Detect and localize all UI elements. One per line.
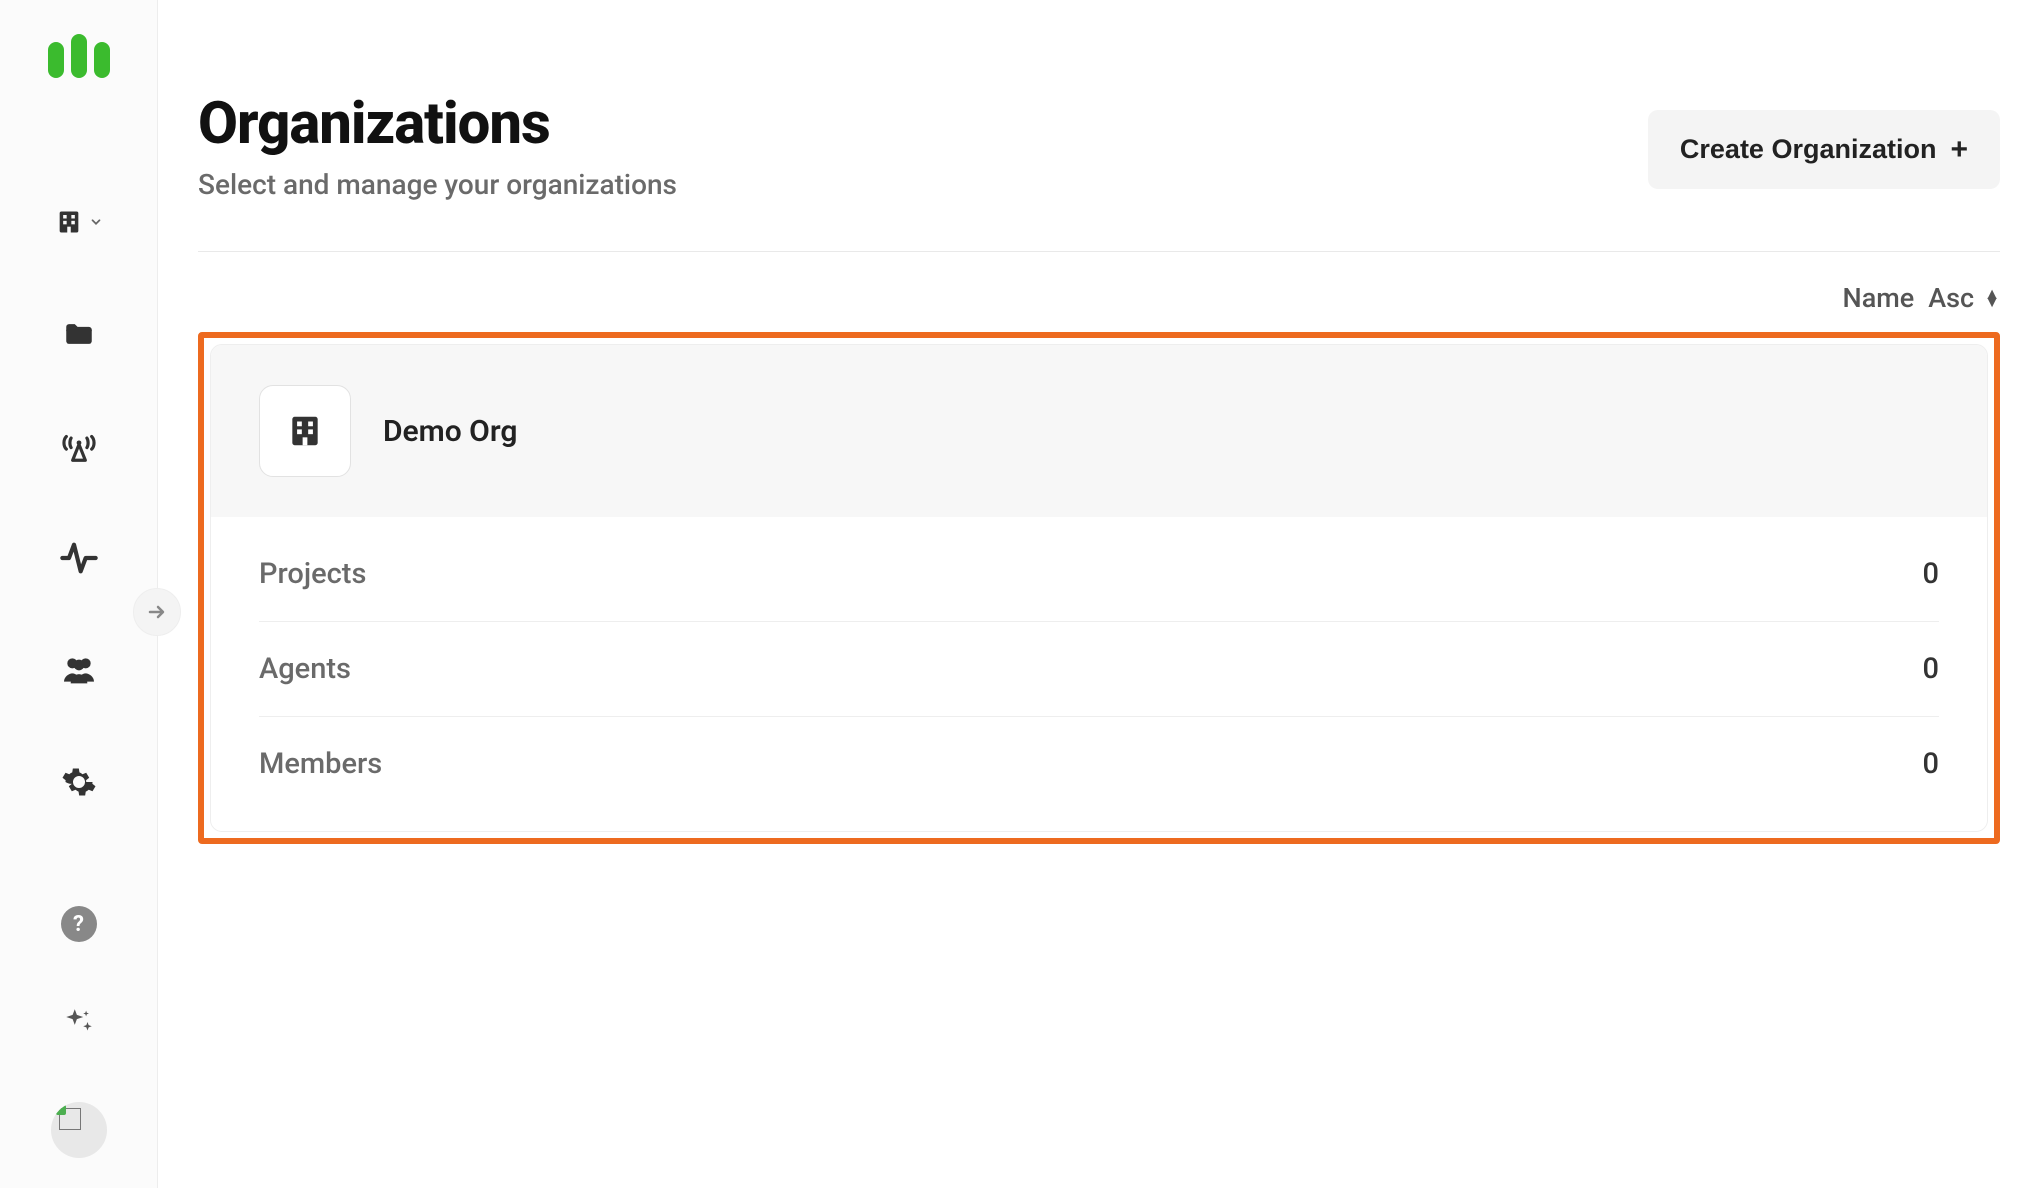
page-header-text: Organizations Select and manage your org… (198, 90, 677, 201)
organization-icon-box (259, 385, 351, 477)
page-title: Organizations (198, 90, 677, 158)
antenna-icon (60, 427, 98, 465)
page-header: Organizations Select and manage your org… (198, 90, 2000, 252)
stat-value: 0 (1923, 652, 1939, 686)
building-icon (286, 412, 324, 450)
broken-image-icon (59, 1108, 81, 1130)
sort-controls: Name Asc ▲▼ (198, 282, 2000, 314)
sidebar-nav (55, 198, 103, 806)
sidebar-item-org-switcher[interactable] (55, 198, 103, 246)
stat-label: Members (259, 747, 382, 781)
gear-icon (61, 764, 97, 800)
people-icon (59, 650, 99, 690)
help-button[interactable]: ? (61, 906, 97, 942)
organization-card-header[interactable]: Demo Org (211, 345, 1987, 517)
create-organization-button[interactable]: Create Organization + (1648, 110, 2000, 189)
sidebar-item-sparkle[interactable] (55, 998, 103, 1046)
sort-direction-toggle[interactable]: Asc ▲▼ (1928, 282, 2000, 314)
building-icon (55, 208, 83, 236)
organization-name: Demo Org (383, 414, 517, 449)
page-subtitle: Select and manage your organizations (198, 168, 677, 201)
sidebar-item-broadcast[interactable] (55, 422, 103, 470)
stat-value: 0 (1923, 747, 1939, 781)
sidebar-item-members[interactable] (55, 646, 103, 694)
stat-row-agents: Agents 0 (259, 622, 1939, 717)
organization-stats: Projects 0 Agents 0 Members 0 (211, 517, 1987, 831)
stat-row-members: Members 0 (259, 717, 1939, 811)
sidebar-bottom: ? (0, 906, 157, 1158)
sort-field[interactable]: Name (1843, 282, 1915, 314)
organization-card: Demo Org Projects 0 Agents 0 Members 0 (210, 344, 1988, 832)
logo[interactable] (48, 30, 110, 78)
sidebar-item-projects[interactable] (55, 310, 103, 358)
plus-icon: + (1950, 135, 1968, 165)
stat-row-projects: Projects 0 (259, 527, 1939, 622)
main: Organizations Select and manage your org… (158, 0, 2040, 1188)
sort-direction-label: Asc (1928, 282, 1974, 314)
avatar[interactable] (51, 1102, 107, 1158)
folder-icon (62, 317, 96, 351)
arrow-right-icon (145, 600, 169, 624)
organization-card-highlight: Demo Org Projects 0 Agents 0 Members 0 (198, 332, 2000, 844)
sidebar: ? (0, 0, 158, 1188)
sort-icon: ▲▼ (1984, 290, 2000, 306)
sidebar-item-settings[interactable] (55, 758, 103, 806)
sidebar-item-activity[interactable] (55, 534, 103, 582)
sparkle-icon (62, 1005, 96, 1039)
stat-label: Agents (259, 652, 351, 686)
stat-label: Projects (259, 557, 366, 591)
stat-value: 0 (1923, 557, 1939, 591)
chevron-down-icon (89, 215, 103, 229)
create-organization-label: Create Organization (1680, 134, 1937, 165)
help-icon: ? (73, 912, 84, 937)
sidebar-expand-handle[interactable] (133, 588, 181, 636)
activity-icon (59, 538, 99, 578)
